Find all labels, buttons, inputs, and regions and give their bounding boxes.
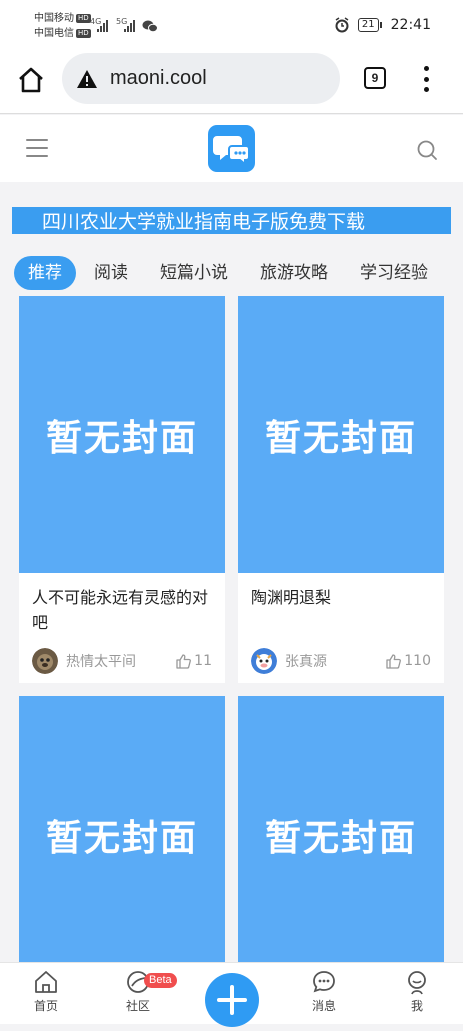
post-card[interactable]: 暂无封面 xyxy=(238,696,444,973)
banner-text: 四川农业大学就业指南电子版免费下载 xyxy=(42,211,366,233)
url-bar[interactable]: maoni.cool xyxy=(62,53,340,104)
post-card[interactable]: 暂无封面 人不可能永远有灵感的对吧 热情太平间 11 xyxy=(19,296,225,683)
wechat-icon xyxy=(142,20,158,33)
like-button[interactable]: 110 xyxy=(386,653,431,669)
tab-switcher-button[interactable]: 9 xyxy=(364,67,386,89)
beta-badge: Beta xyxy=(144,973,177,988)
carrier-1: 中国移动 HD xyxy=(34,13,91,25)
post-title[interactable]: 陶渊明退梨 xyxy=(238,573,444,639)
author-name[interactable]: 热情太平间 xyxy=(66,651,176,671)
like-button[interactable]: 11 xyxy=(176,653,212,669)
post-card[interactable]: 暂无封面 xyxy=(19,696,225,973)
battery-icon: 21 xyxy=(357,18,382,32)
status-bar: 中国移动 HD 中国电信 HD 4G 5G 21 22:41 xyxy=(0,0,463,48)
post-footer: 热情太平间 11 xyxy=(19,639,225,683)
post-cover[interactable]: 暂无封面 xyxy=(19,296,225,573)
site-logo[interactable] xyxy=(208,125,255,172)
signal-icon xyxy=(124,20,135,32)
cover-placeholder-text: 暂无封面 xyxy=(45,417,198,459)
status-right: 21 22:41 xyxy=(334,17,431,33)
nav-messages-label: 消息 xyxy=(311,999,336,1013)
author-name[interactable]: 张真源 xyxy=(285,651,386,671)
avatar[interactable] xyxy=(32,648,58,674)
nav-home-label: 首页 xyxy=(33,999,58,1013)
post-cover[interactable]: 暂无封面 xyxy=(19,696,225,973)
tab-recommended[interactable]: 推荐 xyxy=(14,256,76,290)
nav-community[interactable]: 社区 Beta xyxy=(108,969,177,1014)
promo-banner[interactable]: 四川农业大学就业指南电子版免费下载 xyxy=(12,207,451,234)
hd-badge: HD xyxy=(76,13,91,23)
like-count: 11 xyxy=(194,653,212,669)
create-post-button[interactable] xyxy=(205,973,259,1027)
post-title[interactable]: 人不可能永远有灵感的对吧 xyxy=(19,573,225,639)
profile-icon xyxy=(408,971,426,995)
plus-icon xyxy=(217,985,247,1015)
carrier-2-label: 中国电信 xyxy=(34,28,74,39)
tab-short-stories[interactable]: 短篇小说 xyxy=(144,256,244,290)
nav-me-label: 我 xyxy=(410,999,423,1013)
clock: 22:41 xyxy=(390,17,431,33)
thumbs-up-icon xyxy=(176,653,192,669)
carrier-2: 中国电信 HD xyxy=(34,28,91,40)
post-cover[interactable]: 暂无封面 xyxy=(238,296,444,573)
home-icon[interactable] xyxy=(16,65,46,95)
post-footer: 张真源 110 xyxy=(238,639,444,683)
browser-menu-icon[interactable] xyxy=(418,66,434,92)
post-cover[interactable]: 暂无封面 xyxy=(238,696,444,973)
like-count: 110 xyxy=(404,653,431,669)
post-card[interactable]: 暂无封面 陶渊明退梨 张真源 110 xyxy=(238,296,444,683)
home-icon xyxy=(35,971,57,993)
url-text: maoni.cool xyxy=(110,67,207,89)
nav-messages[interactable]: 消息 xyxy=(294,969,354,1014)
hd-badge: HD xyxy=(76,28,91,38)
nav-home[interactable]: 首页 xyxy=(16,969,76,1014)
cover-placeholder-text: 暂无封面 xyxy=(45,817,198,859)
message-icon xyxy=(313,971,335,993)
alarm-icon xyxy=(335,17,349,33)
category-tabs: 推荐 阅读 短篇小说 旅游攻略 学习经验 xyxy=(14,256,444,290)
nav-community-label: 社区 xyxy=(125,999,150,1013)
browser-toolbar: maoni.cool 9 xyxy=(0,48,463,114)
carrier-1-label: 中国移动 xyxy=(34,13,74,24)
search-icon[interactable] xyxy=(416,139,438,161)
thumbs-up-icon xyxy=(386,653,402,669)
tab-study-experience[interactable]: 学习经验 xyxy=(344,256,444,290)
hamburger-menu-icon[interactable] xyxy=(26,139,48,157)
cover-placeholder-text: 暂无封面 xyxy=(264,817,417,859)
nav-me[interactable]: 我 xyxy=(387,969,447,1014)
cover-placeholder-text: 暂无封面 xyxy=(264,417,417,459)
site-header xyxy=(0,115,463,182)
avatar[interactable] xyxy=(251,648,277,674)
chat-logo-icon xyxy=(213,136,250,167)
tab-reading[interactable]: 阅读 xyxy=(78,256,144,290)
warning-icon[interactable] xyxy=(76,69,98,89)
signal-icon xyxy=(97,20,108,32)
bottom-nav: 首页 社区 Beta 消息 我 xyxy=(0,962,463,1027)
tab-travel-guides[interactable]: 旅游攻略 xyxy=(244,256,344,290)
